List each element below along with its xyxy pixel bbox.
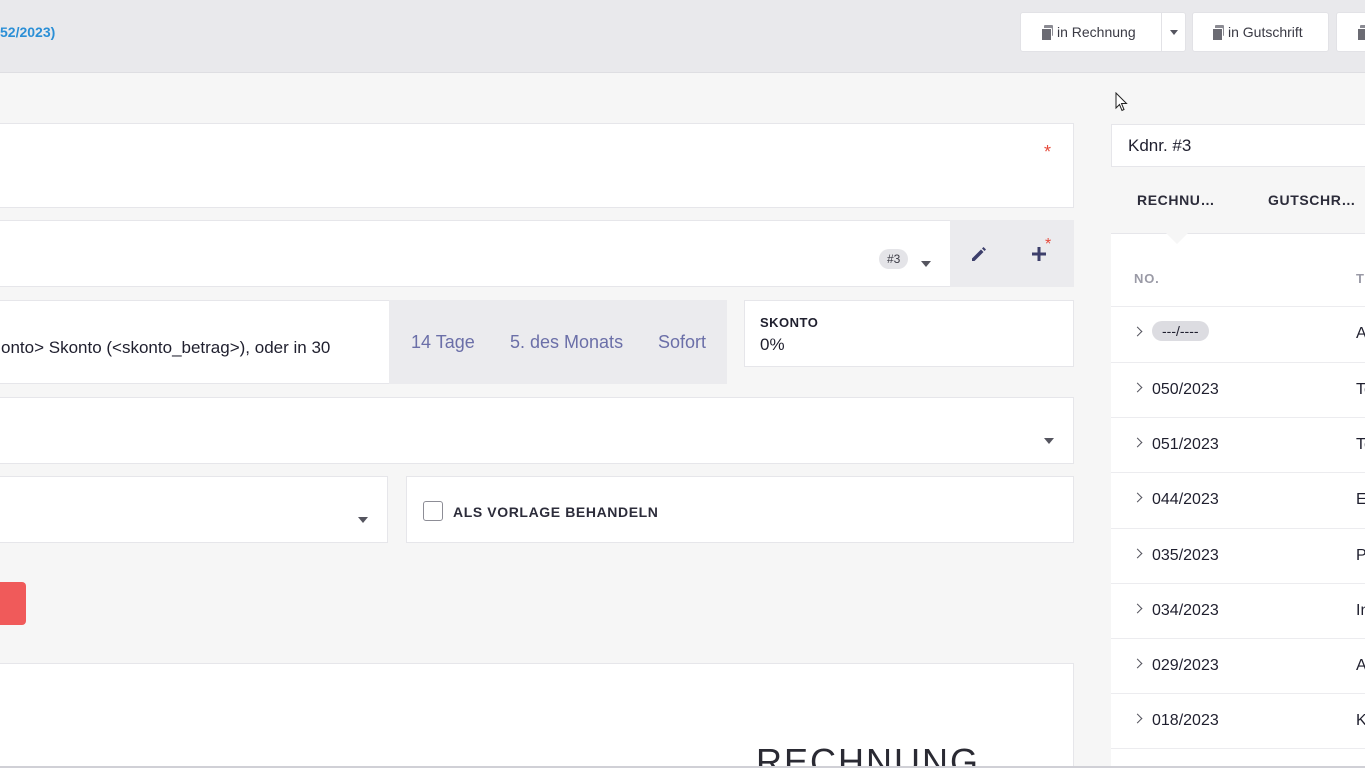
mouse-cursor-icon: [1115, 92, 1128, 112]
chevron-down-icon: [358, 517, 368, 523]
list-item[interactable]: ---/---- A: [1111, 306, 1365, 361]
payment-terms-field[interactable]: onto> Skonto (<skonto_betrag>), oder in …: [0, 300, 390, 384]
term-option-immediately[interactable]: Sofort: [658, 332, 706, 353]
list-item-number: 018/2023: [1152, 712, 1219, 729]
chevron-right-icon[interactable]: [1132, 382, 1143, 393]
skonto-value: 0%: [760, 335, 785, 354]
sidebar-customer-header: Kdnr. #3: [1111, 124, 1365, 167]
chevron-down-icon: [921, 261, 931, 267]
chevron-right-icon[interactable]: [1132, 713, 1143, 724]
active-tab-pointer: [1165, 232, 1189, 244]
title-field[interactable]: *: [0, 123, 1074, 208]
payment-term-presets: 14 Tage 5. des Monats Sofort: [389, 300, 727, 384]
term-option-14-days[interactable]: 14 Tage: [411, 332, 475, 353]
list-item-title: E: [1356, 491, 1365, 508]
text-template-select[interactable]: [0, 397, 1074, 464]
list-item-title: K: [1356, 712, 1365, 729]
template-option-field: ALS VORLAGE BEHANDELN: [406, 476, 1074, 543]
template-checkbox-label[interactable]: ALS VORLAGE BEHANDELN: [453, 504, 659, 520]
payment-terms-text: onto> Skonto (<skonto_betrag>), oder in …: [1, 338, 331, 357]
required-marker: *: [1044, 142, 1052, 162]
breadcrumb-document-number[interactable]: 52/2023): [0, 24, 55, 40]
list-item[interactable]: 029/2023 A: [1111, 638, 1365, 693]
list-item-title: Te: [1356, 436, 1365, 453]
convert-to-credit-note-button[interactable]: in Gutschrift: [1192, 12, 1329, 52]
top-bar: 52/2023) in Rechnung in Gutschrift: [0, 0, 1365, 73]
secondary-select[interactable]: [0, 476, 388, 543]
tab-invoices[interactable]: RECHNU…: [1137, 192, 1215, 208]
chevron-right-icon[interactable]: [1132, 548, 1143, 559]
more-actions-button[interactable]: [1336, 12, 1365, 52]
convert-to-invoice-label: in Rechnung: [1057, 24, 1136, 40]
skonto-field[interactable]: SKONTO 0%: [744, 300, 1074, 367]
list-item[interactable]: 034/2023 In: [1111, 583, 1365, 638]
column-header-number[interactable]: NO.: [1134, 271, 1160, 286]
customer-select[interactable]: #3: [0, 220, 951, 287]
convert-to-credit-note-label: in Gutschrift: [1228, 24, 1303, 40]
list-item-title: Te: [1356, 381, 1365, 398]
list-item-number: 050/2023: [1152, 381, 1219, 398]
chevron-right-icon[interactable]: [1132, 492, 1143, 503]
draft-number-badge: ---/----: [1152, 321, 1209, 341]
list-item-number: 035/2023: [1152, 547, 1219, 564]
required-marker: *: [1045, 236, 1052, 253]
copy-document-icon: [1212, 25, 1224, 41]
list-item-title: P: [1356, 547, 1365, 564]
list-item-number: 044/2023: [1152, 491, 1219, 508]
list-item[interactable]: 044/2023 E: [1111, 472, 1365, 527]
list-item[interactable]: 018/2023 K: [1111, 693, 1365, 748]
chevron-right-icon[interactable]: [1132, 437, 1143, 448]
document-list: NO. T ---/---- A 050/2023 Te 051/2023 Te…: [1111, 233, 1365, 768]
list-item: [1111, 748, 1365, 768]
list-item-title: A: [1356, 657, 1365, 674]
term-option-5th-of-month[interactable]: 5. des Monats: [510, 332, 623, 353]
list-item[interactable]: 035/2023 P: [1111, 528, 1365, 583]
document-title: RECHNUNG: [756, 741, 981, 768]
pencil-icon: [972, 247, 986, 261]
skonto-label: SKONTO: [760, 315, 819, 330]
list-item-title: In: [1356, 602, 1365, 619]
document-preview: RECHNUNG: [0, 663, 1074, 768]
chevron-right-icon[interactable]: [1132, 326, 1143, 337]
convert-dropdown-toggle[interactable]: [1161, 12, 1186, 52]
chevron-right-icon[interactable]: [1132, 603, 1143, 614]
column-header-title[interactable]: T: [1356, 271, 1365, 286]
customer-number: Kdnr. #3: [1128, 136, 1192, 155]
delete-button[interactable]: [0, 582, 26, 625]
list-item-title: A: [1356, 325, 1365, 342]
add-customer-button[interactable]: *: [1009, 220, 1074, 287]
list-item-number: 051/2023: [1152, 436, 1219, 453]
template-checkbox[interactable]: [423, 501, 443, 521]
list-item-number: 034/2023: [1152, 602, 1219, 619]
list-item[interactable]: 050/2023 Te: [1111, 362, 1365, 417]
list-item-number: 029/2023: [1152, 657, 1219, 674]
chevron-down-icon: [1044, 438, 1054, 444]
customer-number-badge: #3: [879, 249, 909, 269]
convert-to-invoice-button[interactable]: in Rechnung: [1020, 12, 1162, 52]
copy-document-icon: [1357, 25, 1365, 41]
tab-credit-notes[interactable]: GUTSCHR…: [1268, 192, 1356, 208]
copy-document-icon: [1041, 25, 1053, 41]
chevron-down-icon: [1169, 29, 1178, 35]
list-item[interactable]: 051/2023 Te: [1111, 417, 1365, 472]
edit-customer-button[interactable]: [950, 220, 1009, 287]
chevron-right-icon[interactable]: [1132, 658, 1143, 669]
